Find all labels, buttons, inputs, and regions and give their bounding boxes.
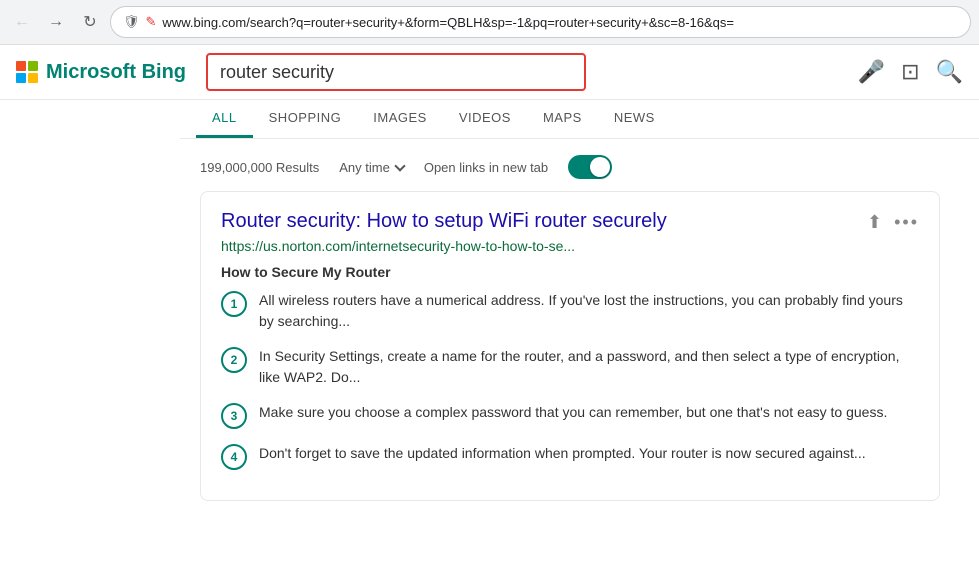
shield-icon: 🛡 [123,14,140,30]
forward-button[interactable]: → [42,8,70,36]
reload-button[interactable]: ↻ [76,8,104,36]
step-circle-4: 4 [221,444,247,470]
tab-shopping[interactable]: SHOPPING [253,100,358,138]
search-button[interactable]: 🔍 [936,59,963,85]
search-box-container [206,53,586,91]
anytime-label: Any time [339,160,390,175]
browser-chrome: ← → ↻ 🛡 ✎ www.bing.com/search?q=router+s… [0,0,979,45]
open-links-toggle[interactable] [568,155,612,179]
more-button[interactable]: ••• [894,212,919,233]
result-actions: ⬆ ••• [867,208,919,233]
camera-button[interactable]: ⊡ [901,59,919,85]
tab-news[interactable]: NEWS [598,100,671,138]
tab-videos[interactable]: VIDEOS [443,100,527,138]
address-bar[interactable]: 🛡 ✎ www.bing.com/search?q=router+securit… [110,6,971,38]
share-icon: ⬆ [867,212,882,232]
ms-sq2 [28,61,38,71]
ms-logo [16,61,38,83]
step-circle-3: 3 [221,403,247,429]
result-title[interactable]: Router security: How to setup WiFi route… [221,208,667,234]
tab-all[interactable]: ALL [196,100,253,138]
bing-page: Microsoft Bing 🎤 ⊡ 🔍 ALL SHOPPING IMAGES… [0,45,979,509]
nav-tabs: ALL SHOPPING IMAGES VIDEOS MAPS NEWS [180,100,979,139]
toggle-knob [590,157,610,177]
results-count: 199,000,000 Results [200,160,319,175]
result-step-2: 2 In Security Settings, create a name fo… [221,346,919,388]
result-step-3: 3 Make sure you choose a complex passwor… [221,402,919,429]
result-url[interactable]: https://us.norton.com/internetsecurity-h… [221,238,919,254]
bing-logo-text: Microsoft Bing [46,61,186,84]
step-text-4: Don't forget to save the updated informa… [259,443,919,464]
result-subtitle: How to Secure My Router [221,264,919,280]
results-meta: 199,000,000 Results Any time Open links … [200,147,963,191]
address-url: www.bing.com/search?q=router+security+&f… [162,15,734,30]
share-button[interactable]: ⬆ [867,212,882,233]
result-header: Router security: How to setup WiFi route… [221,208,919,234]
step-text-1: All wireless routers have a numerical ad… [259,290,919,332]
step-text-2: In Security Settings, create a name for … [259,346,919,388]
back-button[interactable]: ← [8,8,36,36]
camera-icon: ⊡ [901,59,919,85]
search-input[interactable] [206,53,586,91]
search-result-card: Router security: How to setup WiFi route… [200,191,940,501]
step-circle-2: 2 [221,347,247,373]
bing-logo-bold: Bing [142,61,186,83]
ms-sq1 [16,61,26,71]
header-icons: 🎤 ⊡ 🔍 [858,59,963,85]
open-links-label: Open links in new tab [424,160,548,175]
step-circle-1: 1 [221,291,247,317]
results-area: 199,000,000 Results Any time Open links … [0,139,979,509]
step-text-3: Make sure you choose a complex password … [259,402,919,423]
ms-sq3 [16,73,26,83]
result-step-1: 1 All wireless routers have a numerical … [221,290,919,332]
bing-header: Microsoft Bing 🎤 ⊡ 🔍 [0,45,979,100]
tab-images[interactable]: IMAGES [357,100,443,138]
more-icon: ••• [894,212,919,232]
search-icon: 🔍 [936,59,963,85]
result-step-4: 4 Don't forget to save the updated infor… [221,443,919,470]
bing-logo-normal: Microsoft [46,61,142,83]
edit-icon: ✎ [146,14,157,30]
mic-icon: 🎤 [858,59,885,85]
browser-toolbar: ← → ↻ 🛡 ✎ www.bing.com/search?q=router+s… [0,0,979,44]
anytime-filter[interactable]: Any time [339,160,404,175]
mic-button[interactable]: 🎤 [858,59,885,85]
ms-sq4 [28,73,38,83]
bing-logo[interactable]: Microsoft Bing [16,61,186,84]
tab-maps[interactable]: MAPS [527,100,598,138]
result-steps: 1 All wireless routers have a numerical … [221,290,919,470]
